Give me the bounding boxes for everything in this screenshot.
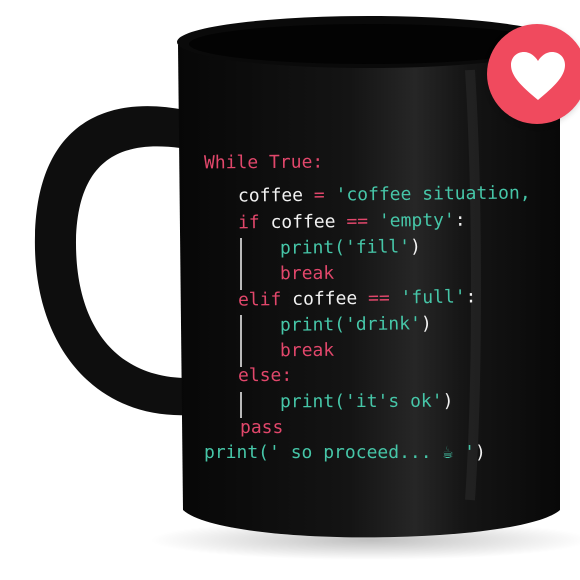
heart-icon bbox=[511, 52, 565, 100]
mug-handle bbox=[34, 106, 192, 416]
heart-badge[interactable] bbox=[487, 24, 580, 124]
